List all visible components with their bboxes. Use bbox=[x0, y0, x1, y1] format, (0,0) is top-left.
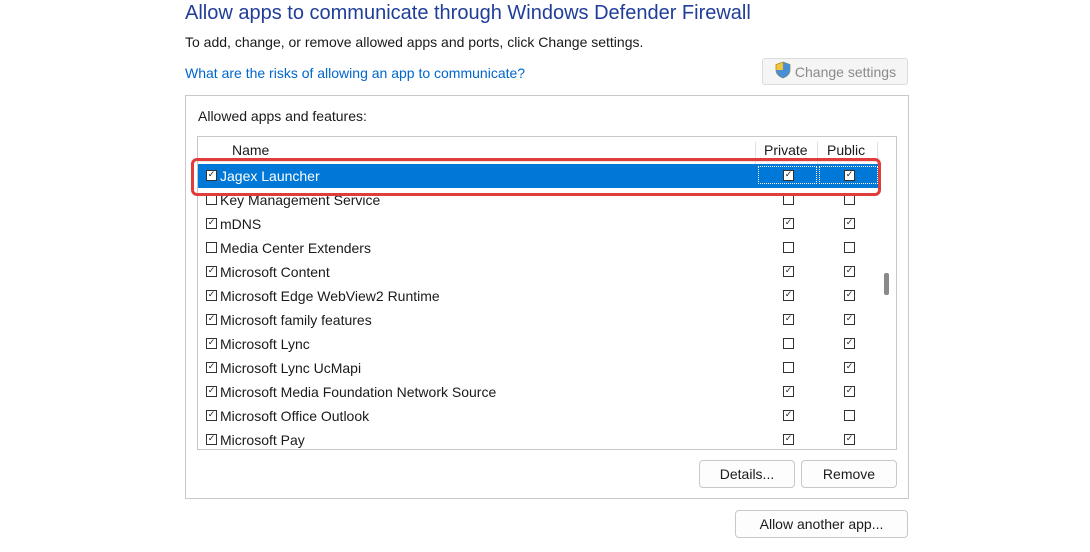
change-settings-button[interactable]: Change settings bbox=[762, 58, 908, 85]
table-row[interactable]: ✓ Microsoft Office Outlook ✓ bbox=[198, 404, 878, 428]
app-enabled-checkbox[interactable]: ✓ bbox=[206, 290, 217, 301]
app-name-label: Microsoft Media Foundation Network Sourc… bbox=[220, 384, 497, 400]
app-name-label: Microsoft Lync bbox=[220, 336, 310, 352]
private-checkbox[interactable] bbox=[783, 242, 794, 253]
public-checkbox[interactable]: ✓ bbox=[844, 338, 855, 349]
column-header-private[interactable]: Private bbox=[764, 142, 808, 158]
public-checkbox[interactable]: ✓ bbox=[844, 434, 855, 445]
table-row[interactable]: ✓ Microsoft Edge WebView2 Runtime ✓ ✓ bbox=[198, 284, 878, 308]
app-name-label: Microsoft Lync UcMapi bbox=[220, 360, 362, 376]
private-checkbox[interactable]: ✓ bbox=[783, 410, 794, 421]
page-title: Allow apps to communicate through Window… bbox=[185, 2, 751, 24]
private-checkbox[interactable] bbox=[783, 362, 794, 373]
scrollbar-thumb[interactable] bbox=[884, 273, 889, 295]
allowed-apps-label: Allowed apps and features: bbox=[198, 108, 367, 124]
app-enabled-checkbox[interactable]: ✓ bbox=[206, 218, 217, 229]
public-checkbox[interactable]: ✓ bbox=[844, 386, 855, 397]
public-checkbox[interactable]: ✓ bbox=[844, 290, 855, 301]
table-row[interactable]: ✓ Microsoft family features ✓ ✓ bbox=[198, 308, 878, 332]
column-header-name[interactable]: Name bbox=[232, 142, 269, 158]
app-enabled-checkbox[interactable]: ✓ bbox=[206, 266, 217, 277]
app-enabled-checkbox[interactable]: ✓ bbox=[206, 386, 217, 397]
app-enabled-checkbox[interactable]: ✓ bbox=[206, 434, 217, 445]
shield-icon bbox=[774, 61, 792, 82]
page-subtitle: To add, change, or remove allowed apps a… bbox=[185, 34, 644, 50]
table-row[interactable]: ✓ Microsoft Lync UcMapi ✓ bbox=[198, 356, 878, 380]
private-checkbox[interactable]: ✓ bbox=[783, 314, 794, 325]
table-row[interactable]: Media Center Extenders bbox=[198, 236, 878, 260]
private-checkbox[interactable] bbox=[783, 338, 794, 349]
public-checkbox[interactable]: ✓ bbox=[844, 362, 855, 373]
public-checkbox[interactable]: ✓ bbox=[844, 218, 855, 229]
app-enabled-checkbox[interactable] bbox=[206, 242, 217, 253]
app-name-label: Microsoft family features bbox=[220, 312, 372, 328]
private-checkbox[interactable]: ✓ bbox=[783, 290, 794, 301]
private-checkbox[interactable]: ✓ bbox=[783, 434, 794, 445]
public-checkbox[interactable] bbox=[844, 242, 855, 253]
app-name-label: Microsoft Pay bbox=[220, 432, 305, 448]
public-checkbox[interactable] bbox=[844, 410, 855, 421]
app-enabled-checkbox[interactable]: ✓ bbox=[206, 410, 217, 421]
private-checkbox[interactable]: ✓ bbox=[783, 266, 794, 277]
table-row[interactable]: ✓ Microsoft Pay ✓ ✓ bbox=[198, 428, 878, 449]
public-checkbox[interactable]: ✓ bbox=[844, 314, 855, 325]
table-row[interactable]: ✓ Microsoft Lync ✓ bbox=[198, 332, 878, 356]
table-row[interactable]: ✓ mDNS ✓ ✓ bbox=[198, 212, 878, 236]
app-name-label: Microsoft Edge WebView2 Runtime bbox=[220, 288, 440, 304]
table-row[interactable]: ✓ Microsoft Content ✓ ✓ bbox=[198, 260, 878, 284]
app-name-label: mDNS bbox=[220, 216, 262, 232]
app-enabled-checkbox[interactable]: ✓ bbox=[206, 362, 217, 373]
selected-row-highlight bbox=[191, 158, 881, 196]
change-settings-label: Change settings bbox=[794, 63, 897, 80]
public-checkbox[interactable]: ✓ bbox=[844, 266, 855, 277]
remove-button[interactable]: Remove bbox=[801, 460, 897, 488]
private-checkbox[interactable]: ✓ bbox=[783, 386, 794, 397]
app-name-label: Microsoft Content bbox=[220, 264, 330, 280]
app-name-label: Media Center Extenders bbox=[220, 240, 371, 256]
app-name-label: Microsoft Office Outlook bbox=[220, 408, 370, 424]
allow-another-app-button[interactable]: Allow another app... bbox=[735, 510, 908, 538]
app-enabled-checkbox[interactable]: ✓ bbox=[206, 314, 217, 325]
risks-link[interactable]: What are the risks of allowing an app to… bbox=[185, 65, 525, 81]
private-checkbox[interactable]: ✓ bbox=[783, 218, 794, 229]
table-row[interactable]: ✓ Microsoft Media Foundation Network Sour… bbox=[198, 380, 878, 404]
details-button[interactable]: Details... bbox=[699, 460, 795, 488]
column-header-public[interactable]: Public bbox=[827, 142, 865, 158]
app-enabled-checkbox[interactable]: ✓ bbox=[206, 338, 217, 349]
